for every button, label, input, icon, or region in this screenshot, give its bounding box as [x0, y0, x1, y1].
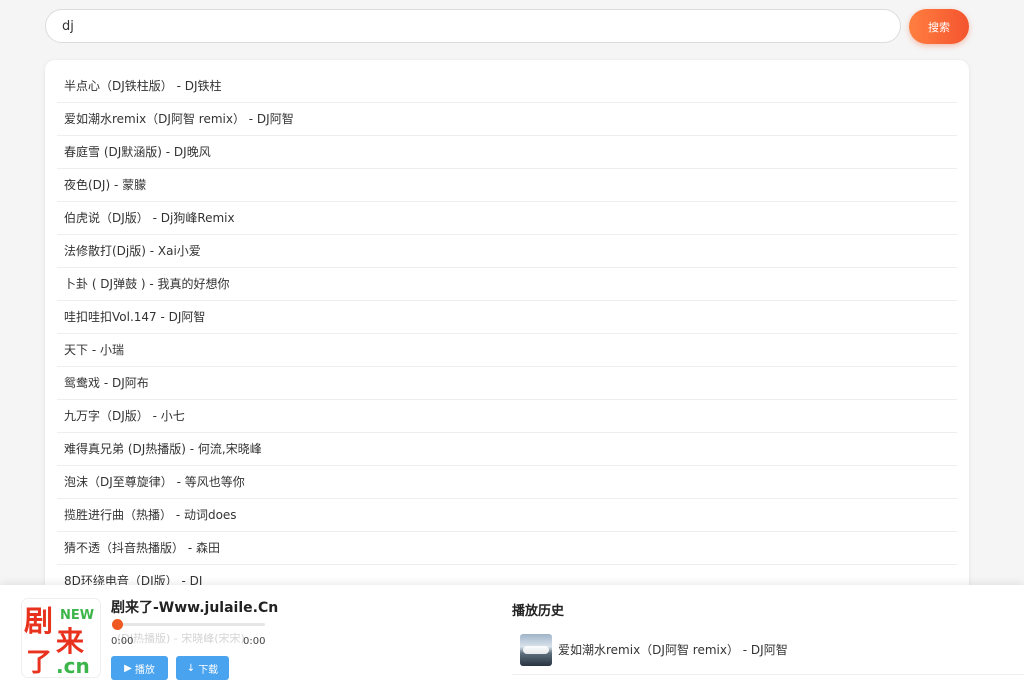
result-item[interactable]: 爱如潮水remix（DJ阿智 remix） - DJ阿智	[57, 103, 957, 136]
result-item[interactable]: 揽胜进行曲（热播） - 动词does	[57, 499, 957, 532]
site-title: 剧来了-Www.julaile.Cn	[111, 600, 279, 616]
total-time: 0:00	[243, 636, 266, 647]
history-thumbnail	[520, 634, 552, 666]
player-bar: 剧 NEW 来 了 .cn 剧来了-Www.julaile.Cn (DJ热播版)…	[0, 585, 1024, 695]
result-item[interactable]: 天下 - 小瑞	[57, 334, 957, 367]
download-button[interactable]: ↓ 下载	[176, 656, 229, 680]
results-panel: 半点心（DJ铁柱版） - DJ铁柱 爱如潮水remix（DJ阿智 remix） -…	[45, 60, 969, 620]
progress-knob[interactable]	[112, 619, 123, 630]
result-item[interactable]: 夜色(DJ) - 蒙朦	[57, 169, 957, 202]
history-item[interactable]: 爱如潮水remix（DJ阿智 remix） - DJ阿智	[512, 629, 1024, 675]
download-icon: ↓	[186, 662, 196, 674]
progress-track[interactable]	[117, 623, 265, 626]
site-logo: 剧 NEW 来 了 .cn	[22, 599, 100, 677]
result-item[interactable]: 法修散打(Dj版) - Xai小爱	[57, 235, 957, 268]
result-item[interactable]: 猜不透（抖音热播版） - 森田	[57, 532, 957, 565]
result-item[interactable]: 春庭雪 (DJ默涵版) - DJ晚风	[57, 136, 957, 169]
search-bar: 搜索	[45, 9, 969, 45]
search-button[interactable]: 搜索	[909, 9, 969, 44]
play-label: 播放	[134, 664, 155, 676]
logo-new-text: NEW	[60, 608, 94, 623]
result-item[interactable]: 卜卦 ( DJ弹鼓 ) - 我真的好想你	[57, 268, 957, 301]
svg-text:了: 了	[26, 648, 52, 677]
result-item[interactable]: 伯虎说（DJ版） - Dj狗峰Remix	[57, 202, 957, 235]
history-item-label: 爱如潮水remix（DJ阿智 remix） - DJ阿智	[558, 643, 788, 657]
history-title: 播放历史	[512, 604, 565, 619]
search-input[interactable]	[45, 9, 901, 43]
ghost-song-text: (DJ热播版) - 宋晓峰(宋宋)	[117, 632, 245, 645]
result-item[interactable]: 难得真兄弟 (DJ热播版) - 何流,宋晓峰	[57, 433, 957, 466]
svg-text:.cn: .cn	[56, 654, 90, 677]
result-item[interactable]: 九万字（DJ版） - 小七	[57, 400, 957, 433]
svg-text:剧: 剧	[24, 604, 53, 638]
current-time: 0:00	[111, 636, 134, 647]
result-item[interactable]: 哇扣哇扣Vol.147 - DJ阿智	[57, 301, 957, 334]
download-label: 下载	[198, 664, 219, 676]
play-button[interactable]: ▶ 播放	[111, 656, 168, 680]
result-item[interactable]: 鸳鸯戏 - DJ阿布	[57, 367, 957, 400]
play-icon: ▶	[124, 662, 132, 674]
result-item[interactable]: 半点心（DJ铁柱版） - DJ铁柱	[57, 70, 957, 103]
result-item[interactable]: 泡沫（DJ至尊旋律） - 等风也等你	[57, 466, 957, 499]
results-list: 半点心（DJ铁柱版） - DJ铁柱 爱如潮水remix（DJ阿智 remix） -…	[45, 60, 969, 598]
